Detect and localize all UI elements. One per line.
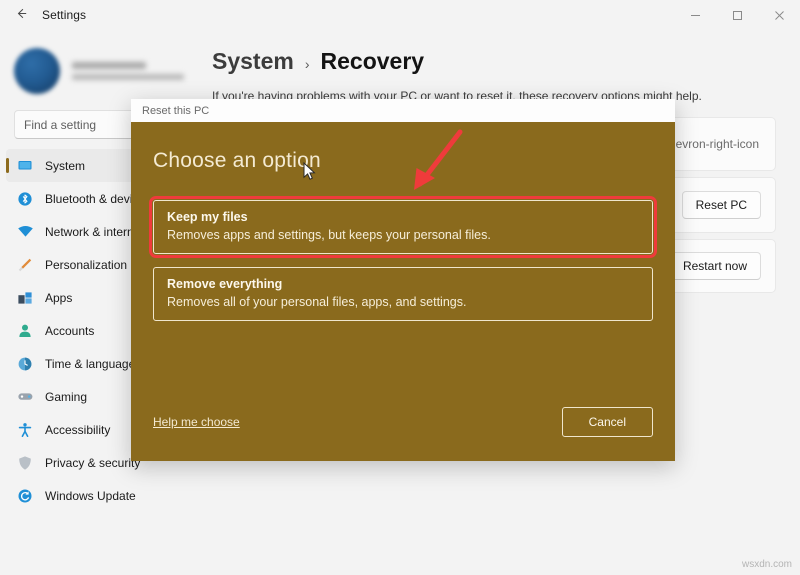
window-controls xyxy=(674,0,800,30)
option-remove-everything[interactable]: Remove everything Removes all of your pe… xyxy=(153,267,653,321)
monitor-icon xyxy=(16,157,34,175)
dialog-body: Choose an option Keep my files Removes a… xyxy=(131,122,675,461)
sidebar-item-windows-update[interactable]: Windows Update xyxy=(6,479,184,512)
update-icon xyxy=(16,487,34,505)
sidebar-item-label: Apps xyxy=(45,290,73,305)
sidebar-item-label: Network & internet xyxy=(45,224,144,239)
chevron-right-icon: › xyxy=(304,56,310,72)
sidebar-item-label: Windows Update xyxy=(45,488,136,503)
account-email xyxy=(72,74,184,80)
cancel-button[interactable]: Cancel xyxy=(561,407,653,437)
bluetooth-icon xyxy=(16,190,34,208)
shield-icon xyxy=(16,454,34,472)
account-text xyxy=(72,62,184,80)
account-summary[interactable] xyxy=(0,34,190,104)
reset-this-pc-dialog: Reset this PC Choose an option Keep my f… xyxy=(131,99,675,461)
sidebar-item-label: Accounts xyxy=(45,323,95,338)
close-button[interactable] xyxy=(758,0,800,30)
wifi-icon xyxy=(16,223,34,241)
maximize-button[interactable] xyxy=(716,0,758,30)
sidebar-item-label: Time & language xyxy=(45,356,136,371)
breadcrumb: System › Recovery xyxy=(212,48,776,75)
sidebar-item-label: Privacy & security xyxy=(45,455,141,470)
dialog-heading: Choose an option xyxy=(153,149,321,172)
dialog-title: Reset this PC xyxy=(142,104,210,117)
dialog-footer: Help me choose Cancel xyxy=(153,407,653,461)
option-keep-my-files[interactable]: Keep my files Removes apps and settings,… xyxy=(149,196,657,258)
restart-now-button[interactable]: Restart now xyxy=(668,252,761,280)
sidebar-item-label: System xyxy=(45,158,86,173)
accessibility-icon xyxy=(16,421,34,439)
gamepad-icon xyxy=(16,388,34,406)
account-name xyxy=(72,62,146,69)
paintbrush-icon xyxy=(16,256,34,274)
watermark: wsxdn.com xyxy=(741,559,792,570)
dialog-titlebar: Reset this PC xyxy=(131,99,675,122)
sidebar-item-label: Personalization xyxy=(45,257,128,272)
close-icon xyxy=(774,10,785,21)
person-icon xyxy=(16,322,34,340)
help-me-choose-link[interactable]: Help me choose xyxy=(153,415,240,429)
breadcrumb-parent[interactable]: System xyxy=(212,48,294,75)
maximize-icon xyxy=(732,10,743,21)
sidebar-item-label: Gaming xyxy=(45,389,88,404)
window-titlebar: Settings xyxy=(0,0,800,30)
chevron-right-icon: chevron-right-icon xyxy=(662,137,759,151)
sidebar-item-label: Accessibility xyxy=(45,422,111,437)
back-button[interactable] xyxy=(6,0,36,30)
minimize-icon xyxy=(690,10,701,21)
avatar xyxy=(14,48,60,94)
clock-globe-icon xyxy=(16,355,34,373)
back-arrow-icon xyxy=(14,6,29,24)
page-title: Recovery xyxy=(320,48,425,74)
option-description: Removes apps and settings, but keeps you… xyxy=(167,228,491,242)
apps-icon xyxy=(16,289,34,307)
window-title: Settings xyxy=(42,8,87,22)
search-input-value: Find a setting xyxy=(24,117,97,132)
minimize-button[interactable] xyxy=(674,0,716,30)
option-title: Remove everything xyxy=(167,277,283,291)
reset-pc-button[interactable]: Reset PC xyxy=(681,191,761,219)
option-description: Removes all of your personal files, apps… xyxy=(167,295,467,309)
option-title: Keep my files xyxy=(167,210,248,224)
